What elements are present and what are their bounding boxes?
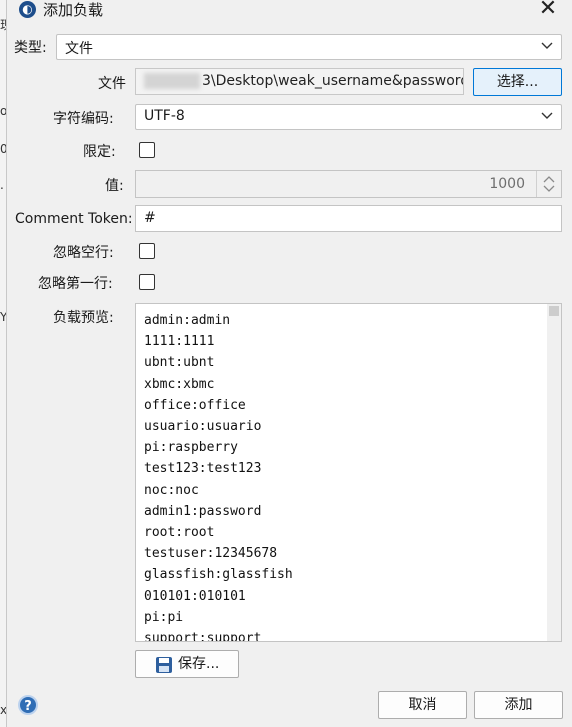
encoding-label: 字符编码: bbox=[53, 111, 114, 127]
ignore-first-line-checkbox[interactable] bbox=[139, 274, 155, 290]
encoding-select[interactable]: UTF-8 bbox=[135, 104, 562, 130]
ignore-first-line-label: 忽略第一行: bbox=[38, 276, 113, 292]
browse-button[interactable]: 选择... bbox=[473, 68, 562, 96]
dialog-title: 添加负载 bbox=[43, 1, 104, 19]
cancel-button[interactable]: 取消 bbox=[378, 691, 467, 719]
file-path-field[interactable]: 3\Desktop\weak_username&password.txt bbox=[135, 68, 464, 95]
comment-token-label: Comment Token: bbox=[15, 211, 133, 227]
chevron-down-icon bbox=[541, 112, 553, 119]
preview-line: pi:pi bbox=[144, 609, 184, 625]
chevron-down-icon[interactable] bbox=[543, 185, 555, 193]
add-payload-dialog: ◐ 添加负载 ✕ 类型: 文件 文件 3\Desktop\weak_userna… bbox=[6, 0, 572, 727]
preview-line: ubnt:ubnt bbox=[144, 355, 215, 371]
preview-line: glassfish:glassfish bbox=[144, 567, 293, 583]
payload-preview-label: 负载预览: bbox=[53, 310, 114, 326]
spinner-divider bbox=[536, 171, 537, 197]
preview-line: office:office bbox=[144, 397, 246, 413]
floppy-disk-icon bbox=[156, 657, 172, 673]
save-button[interactable]: 保存... bbox=[135, 650, 239, 678]
preview-line: support:support bbox=[144, 631, 262, 642]
title-bar: ◐ 添加负载 ✕ bbox=[7, 0, 572, 28]
preview-line: 010101:010101 bbox=[144, 588, 246, 604]
comment-token-value: # bbox=[144, 210, 156, 226]
payload-preview-box[interactable]: admin:admin 1111:1111 ubnt:ubnt xbmc:xbmc of… bbox=[135, 303, 562, 642]
payload-preview-lines: admin:admin 1111:1111 ubnt:ubnt xbmc:xbmc of… bbox=[144, 310, 293, 642]
preview-line: 1111:1111 bbox=[144, 334, 215, 350]
preview-line: testuser:12345678 bbox=[144, 546, 278, 562]
value-label: 值: bbox=[105, 178, 124, 194]
comment-token-input[interactable]: # bbox=[135, 205, 562, 232]
save-button-label: 保存... bbox=[178, 656, 220, 672]
limit-checkbox[interactable] bbox=[139, 142, 155, 158]
ignore-empty-lines-checkbox[interactable] bbox=[139, 243, 155, 259]
preview-line: pi:raspberry bbox=[144, 440, 238, 456]
preview-line: admin:admin bbox=[144, 313, 231, 328]
preview-line: admin1:password bbox=[144, 503, 262, 519]
preview-scrollbar[interactable] bbox=[547, 304, 561, 641]
value-spinner[interactable]: 1000 bbox=[135, 170, 562, 198]
preview-line: noc:noc bbox=[144, 482, 199, 498]
chevron-down-icon bbox=[541, 42, 553, 49]
preview-scrollbar-thumb[interactable] bbox=[549, 306, 559, 316]
preview-line: xbmc:xbmc bbox=[144, 376, 215, 392]
type-select-value: 文件 bbox=[65, 41, 93, 57]
type-select[interactable]: 文件 bbox=[56, 34, 562, 60]
file-label: 文件 bbox=[98, 76, 126, 92]
redacted-path-segment bbox=[144, 73, 200, 89]
preview-line: usuario:usuario bbox=[144, 419, 262, 435]
type-label: 类型: bbox=[14, 40, 47, 56]
help-icon[interactable]: ? bbox=[18, 695, 38, 715]
file-path-text: 3\Desktop\weak_username&password.txt bbox=[202, 73, 464, 89]
preview-line: test123:test123 bbox=[144, 461, 262, 477]
chevron-up-icon[interactable] bbox=[543, 175, 555, 183]
value-spinner-number: 1000 bbox=[489, 176, 525, 192]
add-button[interactable]: 添加 bbox=[474, 691, 563, 719]
encoding-select-value: UTF-8 bbox=[144, 108, 185, 124]
app-logo-icon: ◐ bbox=[19, 1, 36, 18]
background-glyph: . bbox=[0, 178, 4, 192]
ignore-empty-lines-label: 忽略空行: bbox=[53, 245, 114, 261]
close-button[interactable]: ✕ bbox=[533, 0, 563, 22]
limit-label: 限定: bbox=[83, 144, 116, 160]
preview-line: root:root bbox=[144, 525, 215, 541]
